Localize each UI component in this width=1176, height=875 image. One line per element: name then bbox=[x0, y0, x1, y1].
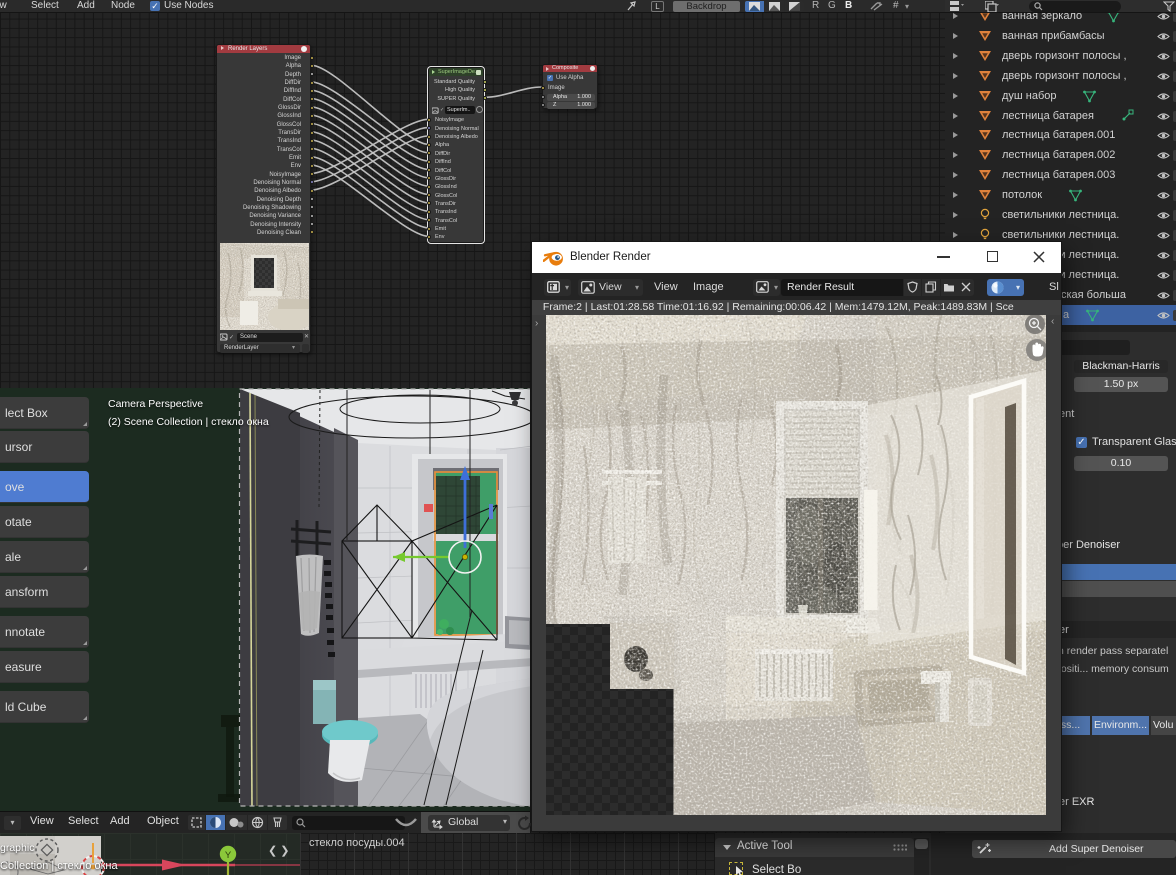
svg-text:Y: Y bbox=[225, 850, 232, 861]
